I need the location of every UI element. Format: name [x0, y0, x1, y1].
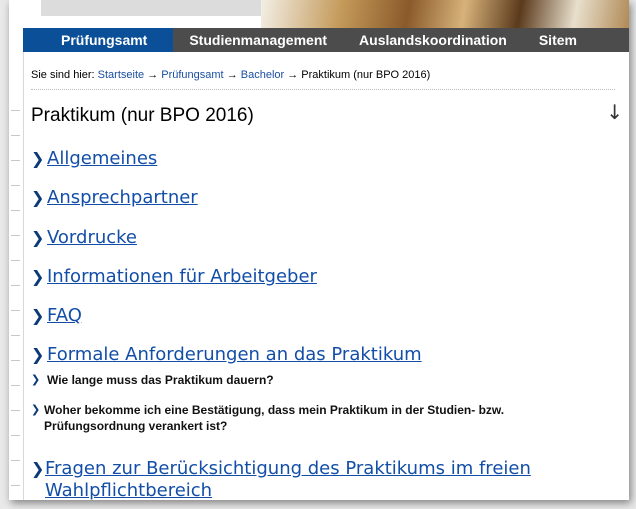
breadcrumb-separator: →	[147, 69, 159, 81]
section-ansprechpartner[interactable]: ❯ Ansprechpartner	[31, 187, 198, 209]
section-informationen-arbeitgeber[interactable]: ❯ Informationen für Arbeitgeber	[31, 266, 317, 288]
dotted-divider	[31, 89, 615, 90]
page-title: Praktikum (nur BPO 2016)	[31, 105, 254, 126]
arrow-down-icon[interactable]: ↓	[606, 100, 623, 124]
chevron-right-icon: ❯	[31, 459, 45, 478]
faq-question-bestaetigung[interactable]: ❯ Woher bekomme ich eine Bestätigung, da…	[31, 402, 571, 434]
banner-photo	[261, 0, 629, 28]
section-vordrucke[interactable]: ❯ Vordrucke	[31, 227, 137, 249]
nav-item-auslandskoordination[interactable]: Auslandskoordination	[337, 28, 517, 52]
header-banner	[23, 0, 629, 28]
nav-item-sitemap[interactable]: Sitem	[517, 28, 587, 52]
nav-item-pruefungsamt[interactable]: Prüfungsamt	[23, 28, 174, 52]
chevron-right-icon: ❯	[31, 373, 41, 386]
left-ruler	[9, 0, 24, 500]
chevron-right-icon: ❯	[31, 345, 45, 364]
section-link-allgemeines[interactable]: Allgemeines	[47, 148, 157, 170]
chevron-right-icon: ❯	[31, 149, 45, 168]
section-link-informationen-arbeitgeber[interactable]: Informationen für Arbeitgeber	[47, 266, 317, 288]
banner-logo-area	[41, 0, 263, 16]
main-navigation: Prüfungsamt Studienmanagement Auslandsko…	[23, 28, 629, 52]
section-link-formale-anforderungen[interactable]: Formale Anforderungen an das Praktikum	[47, 344, 422, 366]
breadcrumb-link-pruefungsamt[interactable]: Prüfungsamt	[161, 69, 223, 81]
chevron-right-icon: ❯	[31, 306, 45, 325]
section-wahlpflichtbereich[interactable]: ❯ Fragen zur Berücksichtigung des Prakti…	[31, 458, 621, 500]
browser-page: Prüfungsamt Studienmanagement Auslandsko…	[9, 0, 629, 500]
breadcrumb-current: Praktikum (nur BPO 2016)	[301, 69, 431, 81]
section-allgemeines[interactable]: ❯ Allgemeines	[31, 148, 157, 170]
section-link-wahlpflichtbereich[interactable]: Fragen zur Berücksichtigung des Praktiku…	[45, 458, 621, 500]
section-link-faq[interactable]: FAQ	[47, 305, 82, 327]
question-label: Woher bekomme ich eine Bestätigung, dass…	[44, 403, 505, 433]
chevron-right-icon: ❯	[31, 267, 45, 286]
breadcrumb-link-bachelor[interactable]: Bachelor	[241, 69, 284, 81]
chevron-right-icon: ❯	[31, 228, 45, 247]
breadcrumb-separator: →	[287, 69, 299, 81]
section-link-vordrucke[interactable]: Vordrucke	[47, 227, 137, 249]
section-link-ansprechpartner[interactable]: Ansprechpartner	[47, 187, 198, 209]
breadcrumb: Sie sind hier: Startseite → Prüfungsamt …	[31, 69, 430, 81]
section-formale-anforderungen[interactable]: ❯ Formale Anforderungen an das Praktikum	[31, 344, 422, 366]
nav-item-studienmanagement[interactable]: Studienmanagement	[173, 28, 337, 52]
section-faq[interactable]: ❯ FAQ	[31, 305, 82, 327]
breadcrumb-prefix: Sie sind hier:	[31, 69, 95, 81]
chevron-right-icon: ❯	[31, 188, 45, 207]
chevron-right-icon: ❯	[31, 403, 41, 416]
breadcrumb-link-startseite[interactable]: Startseite	[98, 69, 144, 81]
question-label: Wie lange muss das Praktikum dauern?	[47, 373, 274, 387]
faq-question-dauer[interactable]: ❯ Wie lange muss das Praktikum dauern?	[31, 372, 274, 388]
breadcrumb-separator: →	[226, 69, 238, 81]
